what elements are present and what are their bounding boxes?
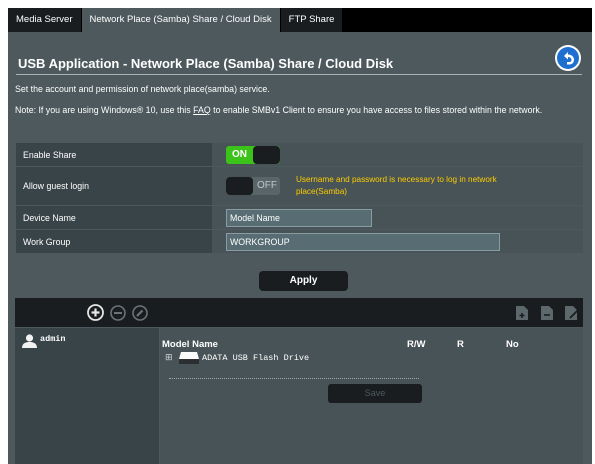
guest-login-label: Allow guest login	[16, 167, 212, 205]
user-icon	[22, 334, 37, 348]
tab-bar: Media Server Network Place (Samba) Share…	[8, 8, 592, 32]
enable-share-toggle[interactable]: ON	[226, 145, 280, 164]
usb-drive-icon	[179, 352, 199, 364]
account-list: admin	[15, 328, 159, 464]
back-button[interactable]	[555, 45, 581, 71]
edit-folder-button[interactable]	[564, 305, 580, 326]
note-prefix: Note: If you are using Windows® 10, use …	[15, 105, 194, 115]
pencil-circle-icon	[132, 305, 148, 321]
work-group-row: Work Group WORKGROUP	[16, 230, 583, 254]
save-button[interactable]: Save	[328, 384, 422, 403]
apply-button[interactable]: Apply	[259, 271, 348, 291]
enable-share-label: Enable Share	[16, 143, 212, 166]
settings-table: Enable Share ON Allow guest login OFF Us…	[16, 143, 583, 254]
header-no: No	[506, 339, 519, 350]
enable-share-row: Enable Share ON	[16, 143, 583, 167]
back-arrow-icon	[557, 47, 579, 69]
main-panel: USB Application - Network Place (Samba) …	[8, 32, 592, 464]
guest-login-toggle[interactable]: OFF	[226, 177, 280, 195]
remove-account-button[interactable]	[110, 305, 126, 326]
work-group-label: Work Group	[16, 230, 212, 253]
edit-folder-icon	[565, 306, 579, 320]
divider	[169, 378, 419, 379]
guest-login-row: Allow guest login OFF Username and passw…	[16, 167, 583, 206]
folder-row[interactable]: ⊞ ADATA USB Flash Drive	[165, 351, 309, 365]
edit-account-button[interactable]	[132, 305, 148, 326]
description: Set the account and permission of networ…	[15, 84, 270, 94]
device-name-input[interactable]: Model Name	[226, 208, 372, 227]
add-folder-button[interactable]	[515, 305, 529, 326]
remove-folder-icon	[541, 306, 553, 320]
tab-ftp-share[interactable]: FTP Share	[280, 8, 344, 32]
tab-network-place[interactable]: Network Place (Samba) Share / Cloud Disk	[81, 8, 281, 32]
toggle-knob	[253, 145, 280, 164]
windows-note: Note: If you are using Windows® 10, use …	[15, 103, 590, 118]
plus-circle-icon	[87, 304, 104, 321]
title-divider	[16, 74, 582, 75]
minus-circle-icon	[110, 305, 126, 321]
page-title: USB Application - Network Place (Samba) …	[18, 56, 394, 71]
guest-login-state: OFF	[257, 180, 277, 191]
device-name-label: Device Name	[16, 206, 212, 229]
note-suffix: to enable SMBv1 Client to ensure you hav…	[210, 105, 543, 115]
device-name-row: Device Name Model Name	[16, 206, 583, 230]
folder-name: ADATA USB Flash Drive	[202, 353, 310, 363]
expand-icon[interactable]: ⊞	[165, 353, 175, 363]
enable-share-state: ON	[232, 148, 247, 160]
account-name: admin	[40, 334, 66, 344]
faq-link[interactable]: FAQ	[193, 105, 211, 115]
tab-media-server[interactable]: Media Server	[8, 8, 82, 32]
share-list: admin Model Name R/W R No ⊞ ADATA USB Fl…	[15, 298, 583, 464]
guest-warning: Username and password is necessary to lo…	[296, 175, 497, 196]
account-item[interactable]: admin	[21, 334, 66, 348]
list-toolbar	[15, 298, 583, 327]
toggle-knob	[226, 177, 253, 195]
header-r: R	[457, 339, 464, 350]
header-model-name: Model Name	[162, 339, 218, 350]
remove-folder-button[interactable]	[540, 305, 554, 326]
add-folder-icon	[516, 306, 528, 320]
add-account-button[interactable]	[87, 304, 104, 326]
work-group-input[interactable]: WORKGROUP	[226, 232, 500, 251]
header-rw: R/W	[407, 339, 426, 350]
folder-permission-table: Model Name R/W R No ⊞ ADATA USB Flash Dr…	[160, 328, 583, 464]
